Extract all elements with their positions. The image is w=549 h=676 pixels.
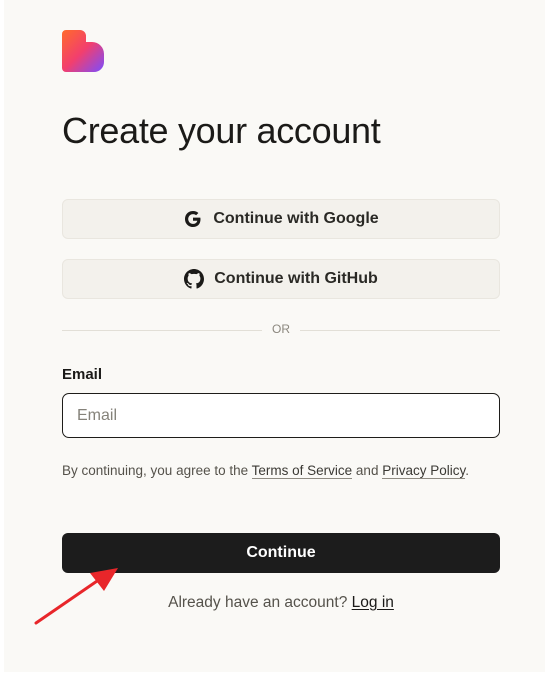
or-divider: OR	[62, 320, 500, 340]
email-label: Email	[62, 366, 103, 383]
privacy-policy-link[interactable]: Privacy Policy	[382, 463, 466, 479]
google-icon	[183, 209, 203, 229]
page-title: Create your account	[62, 110, 381, 151]
terms-prefix: By continuing, you agree to the	[62, 463, 252, 478]
terms-suffix: .	[465, 463, 469, 478]
google-button-label: Continue with Google	[213, 210, 379, 227]
divider-line-right	[300, 330, 500, 331]
terms-and: and	[352, 463, 383, 478]
continue-button[interactable]: Continue	[62, 533, 500, 573]
red-arrow-icon	[34, 568, 118, 625]
email-input[interactable]	[62, 393, 500, 438]
continue-with-github-button[interactable]: Continue with GitHub	[62, 259, 500, 299]
github-icon	[184, 269, 205, 289]
or-label: OR	[272, 322, 290, 336]
log-in-link[interactable]: Log in	[352, 594, 394, 611]
heart-logo-icon	[62, 30, 104, 72]
login-prompt-text: Already have an account?	[168, 594, 352, 611]
terms-of-service-link[interactable]: Terms of Service	[251, 463, 353, 479]
github-button-label: Continue with GitHub	[214, 270, 378, 287]
login-prompt: Already have an account? Log in	[62, 594, 500, 612]
terms-notice: By continuing, you agree to the Terms of…	[62, 459, 482, 482]
continue-with-google-button[interactable]: Continue with Google	[62, 199, 500, 239]
